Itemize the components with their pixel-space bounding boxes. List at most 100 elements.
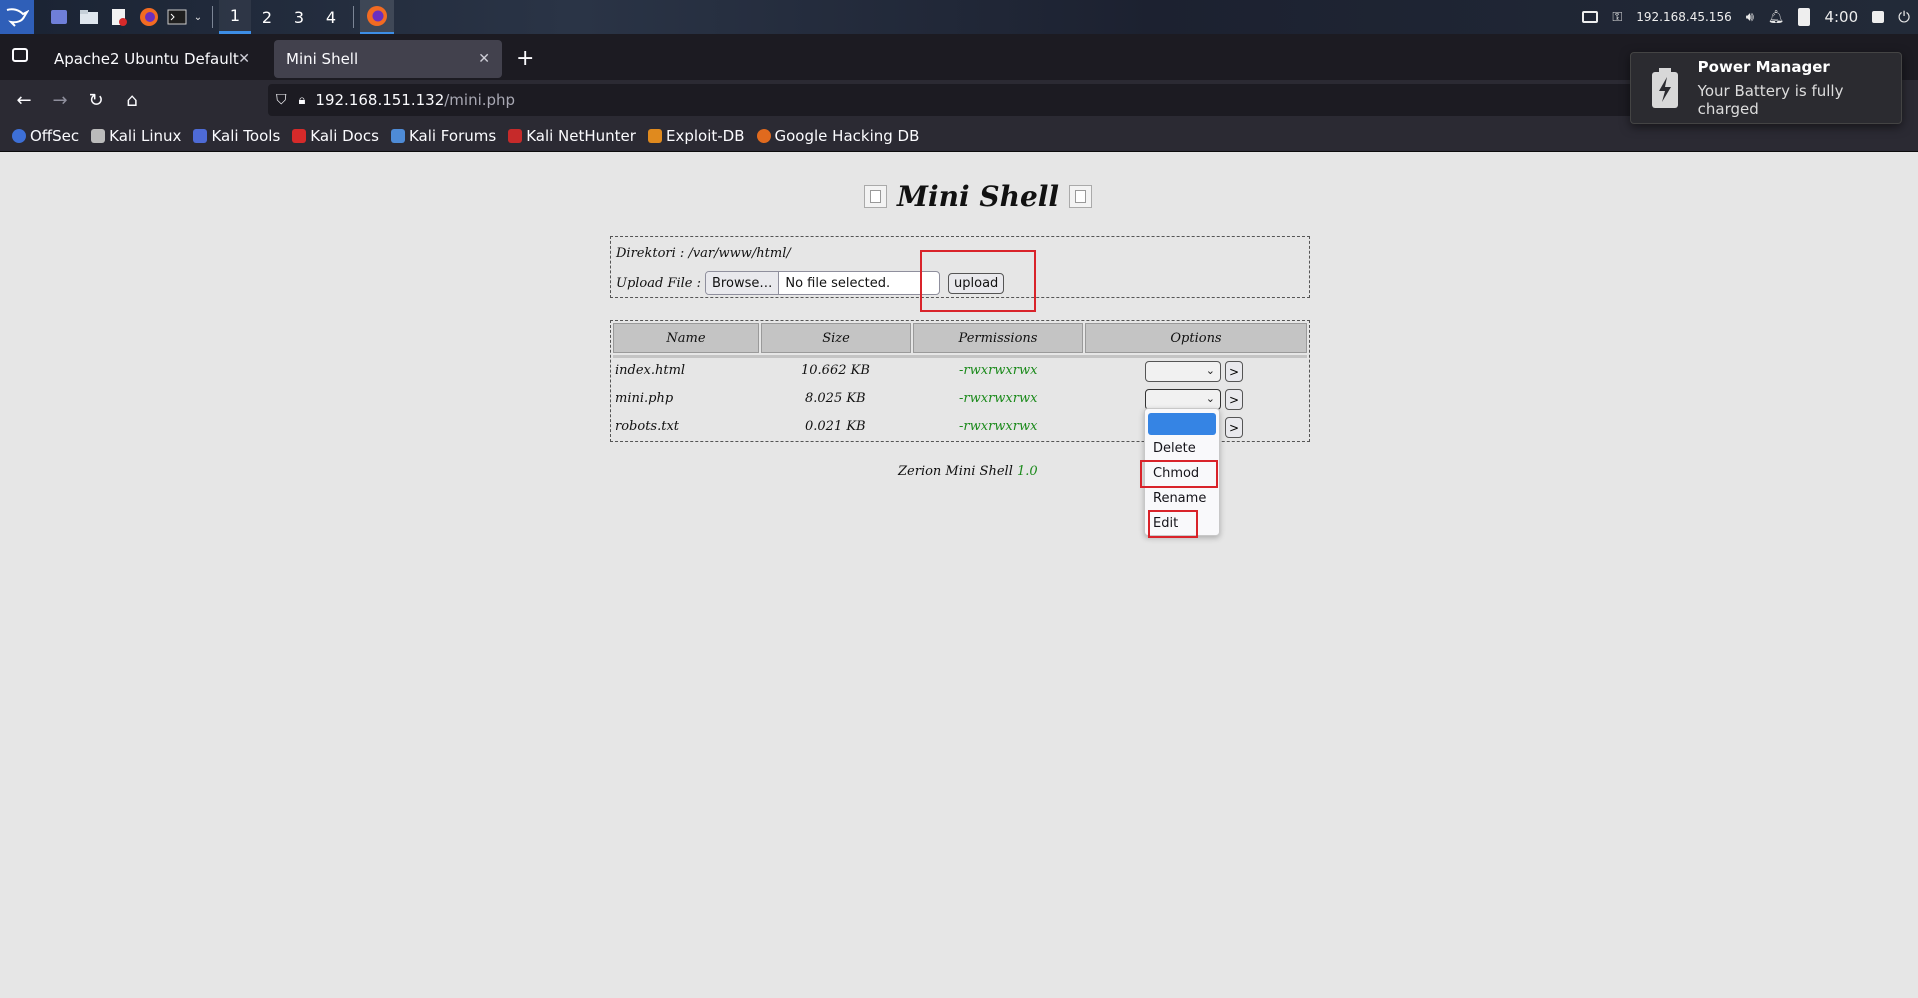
bookmark-offsec[interactable]: OffSec [12,127,79,145]
shield-icon[interactable]: ⛉ [276,92,287,108]
bookmark-kali-nethunter[interactable]: Kali NetHunter [508,127,636,145]
notifications-bell-icon[interactable]: 🔔︎ [1768,10,1785,25]
power-icon[interactable]: ⏻ [1898,8,1910,26]
tab-title: Mini Shell [286,50,359,68]
page-title: Mini Shell [897,179,1060,213]
bookmark-kali-docs[interactable]: Kali Docs [292,127,379,145]
tab-title: Apache2 Ubuntu Default Page: It works [54,50,239,68]
bookmark-kali-tools[interactable]: Kali Tools [193,127,280,145]
directory-path: /var/www/html/ [688,246,791,261]
url-bar[interactable]: ⛉ 🔒︎ 192.168.151.132/mini.php [268,84,1638,116]
tab-mini-shell[interactable]: Mini Shell ✕ [274,40,502,78]
directory-line: Direktori : /var/www/html/ [616,246,791,261]
column-header-size: Size [761,323,911,353]
bookmark-google-hacking-db[interactable]: Google Hacking DB [756,127,919,145]
broken-image-icon [1069,184,1093,208]
url-host: 192.168.151.132 [315,91,445,109]
clock[interactable]: 4:00 [1824,8,1858,26]
file-name[interactable]: index.html [615,363,685,378]
ip-address: 192.168.45.156 [1636,10,1732,24]
kali-dragon-icon [91,128,106,143]
top-panel: ⌄ 1 2 3 4 ⚿ 192.168.45.156 🔊︎ 🔔︎ 4:00 ⏻ [0,0,1918,34]
bookmarks-toolbar: OffSec Kali Linux Kali Tools Kali Docs K… [0,120,1918,152]
battery-charging-icon [1649,68,1682,108]
files-icon[interactable] [74,0,104,34]
chevron-down-icon: ⌄ [1205,364,1215,377]
dropdown-option-rename[interactable]: Rename [1153,491,1206,506]
tab-close-icon[interactable]: ✕ [478,51,490,67]
panel-separator [353,6,354,28]
text-editor-icon[interactable] [104,0,134,34]
launcher-chevron-down-icon[interactable]: ⌄ [190,0,206,34]
workspace-3[interactable]: 3 [283,0,315,34]
firefox-icon [367,6,387,26]
notification-body: Your Battery is fully charged [1697,82,1844,118]
new-tab-plus-icon[interactable]: + [516,46,534,71]
file-size: 8.025 KB [805,391,866,406]
panel-separator [212,6,213,28]
options-select[interactable]: ⌄ [1145,361,1221,382]
url-path: /mini.php [444,91,516,109]
footer-name: Zerion Mini Shell [898,464,1013,479]
file-input[interactable]: Browse… No file selected. [705,271,941,295]
dropdown-option-blank[interactable] [1148,413,1216,435]
home-icon[interactable]: ⌂ [114,82,150,118]
volume-icon[interactable]: 🔊︎ [1746,10,1754,25]
lock-icon[interactable]: 🔒︎ [299,93,306,108]
kali-forums-icon [390,128,405,143]
column-header-options: Options [1085,323,1307,353]
firefox-window-button[interactable] [360,0,394,34]
file-name[interactable]: robots.txt [615,419,679,434]
workspace-4[interactable]: 4 [315,0,347,34]
lock-screen-icon[interactable] [1872,11,1885,23]
file-permissions: -rwxrwxrwx [959,391,1038,406]
kali-menu-icon[interactable] [0,0,34,34]
file-permissions: -rwxrwxrwx [959,419,1038,434]
chevron-down-icon: ⌄ [1205,392,1215,405]
footer: Zerion Mini Shell 1.0 [898,464,1038,479]
column-header-permissions: Permissions [913,323,1083,353]
bookmark-kali-linux[interactable]: Kali Linux [91,127,181,145]
go-button[interactable]: > [1225,361,1243,382]
highlight-box-chmod [1140,460,1218,488]
tab-overview-icon[interactable] [12,48,28,62]
offsec-icon [12,128,26,143]
file-name[interactable]: mini.php [615,391,673,406]
options-select[interactable]: ⌄ [1145,389,1221,410]
kali-docs-icon [292,128,307,143]
tab-apache-default[interactable]: Apache2 Ubuntu Default Page: It works ✕ [42,40,262,78]
column-header-name: Name [613,323,759,353]
power-manager-notification[interactable]: Power Manager Your Battery is fully char… [1630,52,1902,124]
forward-arrow-icon[interactable]: → [42,82,78,118]
battery-icon[interactable] [1798,8,1811,26]
go-button[interactable]: > [1225,417,1243,438]
dropdown-option-delete[interactable]: Delete [1153,441,1196,456]
go-button[interactable]: > [1225,389,1243,410]
tab-close-icon[interactable]: ✕ [238,51,250,67]
exploit-db-icon [647,128,662,143]
reload-icon[interactable]: ↻ [78,82,114,118]
browse-button[interactable]: Browse… [706,272,780,294]
workspace-2[interactable]: 2 [251,0,283,34]
file-size: 0.021 KB [805,419,866,434]
footer-version: 1.0 [1017,464,1038,479]
file-permissions: -rwxrwxrwx [959,363,1038,378]
file-size: 10.662 KB [801,363,870,378]
desktop-icon[interactable] [44,0,74,34]
bookmark-kali-forums[interactable]: Kali Forums [390,127,496,145]
vpn-lock-icon[interactable]: ⚿ [1612,10,1622,25]
workspace-1[interactable]: 1 [219,0,251,34]
nethunter-icon [508,128,523,143]
back-arrow-icon[interactable]: ← [6,82,42,118]
directory-label: Direktori : [616,246,685,261]
header-divider [613,355,1307,358]
kali-tools-icon [193,128,208,143]
terminal-icon[interactable] [164,0,190,34]
broken-image-icon [864,184,887,208]
notification-title: Power Manager [1697,58,1830,76]
screen-icon[interactable] [1582,11,1599,23]
firefox-launcher-icon[interactable] [134,0,164,34]
bookmark-exploit-db[interactable]: Exploit-DB [647,127,745,145]
page-title-row: Mini Shell [864,176,1093,216]
highlight-box-edit [1148,510,1198,538]
